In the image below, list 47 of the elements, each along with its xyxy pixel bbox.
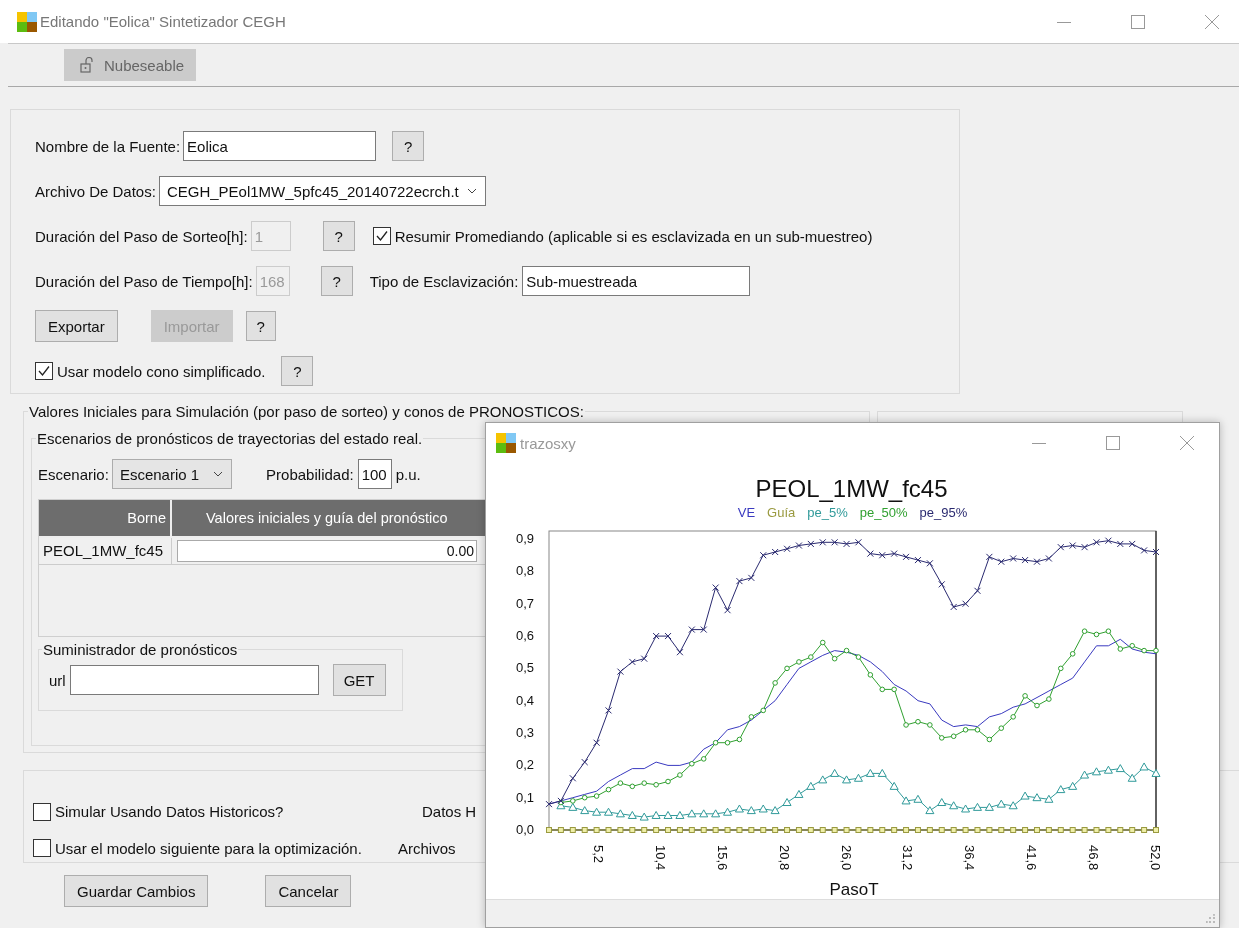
axis-tick-label: 46,8: [1086, 845, 1102, 871]
checkbox-label: Resumir Promediando (aplicable si es esclavizada en un sub-muestreo): [394, 227, 873, 245]
field-label: Probabilidad:: [266, 465, 354, 483]
axis-tick-label: 10,4: [652, 845, 668, 871]
window-title: trazosxy: [520, 434, 576, 452]
column-header: Valores iniciales y guía del pronóstico: [205, 509, 448, 528]
legend-item: VE: [737, 504, 756, 522]
axis-tick-label: 26,0: [838, 845, 854, 871]
column-header: Borne: [39, 500, 172, 536]
axis-tick-label: 0,9: [515, 531, 534, 547]
axis-tick-label: 0,7: [515, 595, 534, 611]
checkbox-label: Usar el modelo siguiente para la optimización.: [55, 839, 363, 857]
axis-tick-label: 0,2: [515, 757, 534, 773]
unit-label: p.u.: [395, 465, 421, 483]
checkbox-label: Simular Usando Datos Historicos?: [55, 803, 285, 821]
axis-tick-label: 5,2: [591, 845, 606, 864]
legend-item: pe_5%: [807, 504, 848, 522]
axis-tick-label: 36,4: [962, 845, 978, 871]
axis-tick-label: 52,0: [1148, 845, 1163, 871]
axis-tick-label: 31,2: [900, 845, 916, 871]
field-label: Escenario:: [38, 465, 109, 483]
chart-title: PEOL_1MW_fc45: [755, 475, 948, 503]
axis-tick-label: 41,6: [1024, 845, 1040, 871]
axis-tick-label: 0,3: [515, 725, 534, 741]
field-label: Duración del Paso de Tiempo[h]:: [35, 272, 253, 290]
field-label: Archivo De Datos:: [35, 182, 156, 200]
axis-title: PasoT: [829, 880, 879, 899]
field-label: Duración del Paso de Sorteo[h]:: [35, 227, 248, 245]
axis-tick-label: 15,6: [714, 845, 730, 871]
axis-tick-label: 0,8: [515, 563, 534, 579]
table-cell: PEOL_1MW_fc45: [39, 538, 172, 564]
window-title: Editando "Eolica" Sintetizador CEGH: [40, 13, 286, 30]
field-label: Archivos: [398, 839, 456, 857]
field-label: Datos H: [422, 803, 477, 821]
axis-tick-label: 0,6: [515, 628, 534, 644]
axis-tick-label: 0,0: [515, 822, 534, 837]
legend-item: pe_50%: [859, 504, 908, 522]
axis-tick-label: 0,5: [515, 660, 534, 676]
legend-item: pe_95%: [919, 504, 968, 522]
axis-tick-label: 20,8: [776, 845, 792, 871]
axis-tick-label: 0,4: [515, 692, 534, 708]
field-label: url: [49, 671, 66, 689]
field-label: Tipo de Esclavización:: [369, 272, 519, 290]
checkbox-label: Usar modelo cono simplificado.: [57, 362, 266, 380]
axis-tick-label: 0,1: [515, 789, 534, 805]
field-label: Nombre de la Fuente:: [35, 137, 181, 155]
legend-item: Guía: [767, 504, 796, 522]
